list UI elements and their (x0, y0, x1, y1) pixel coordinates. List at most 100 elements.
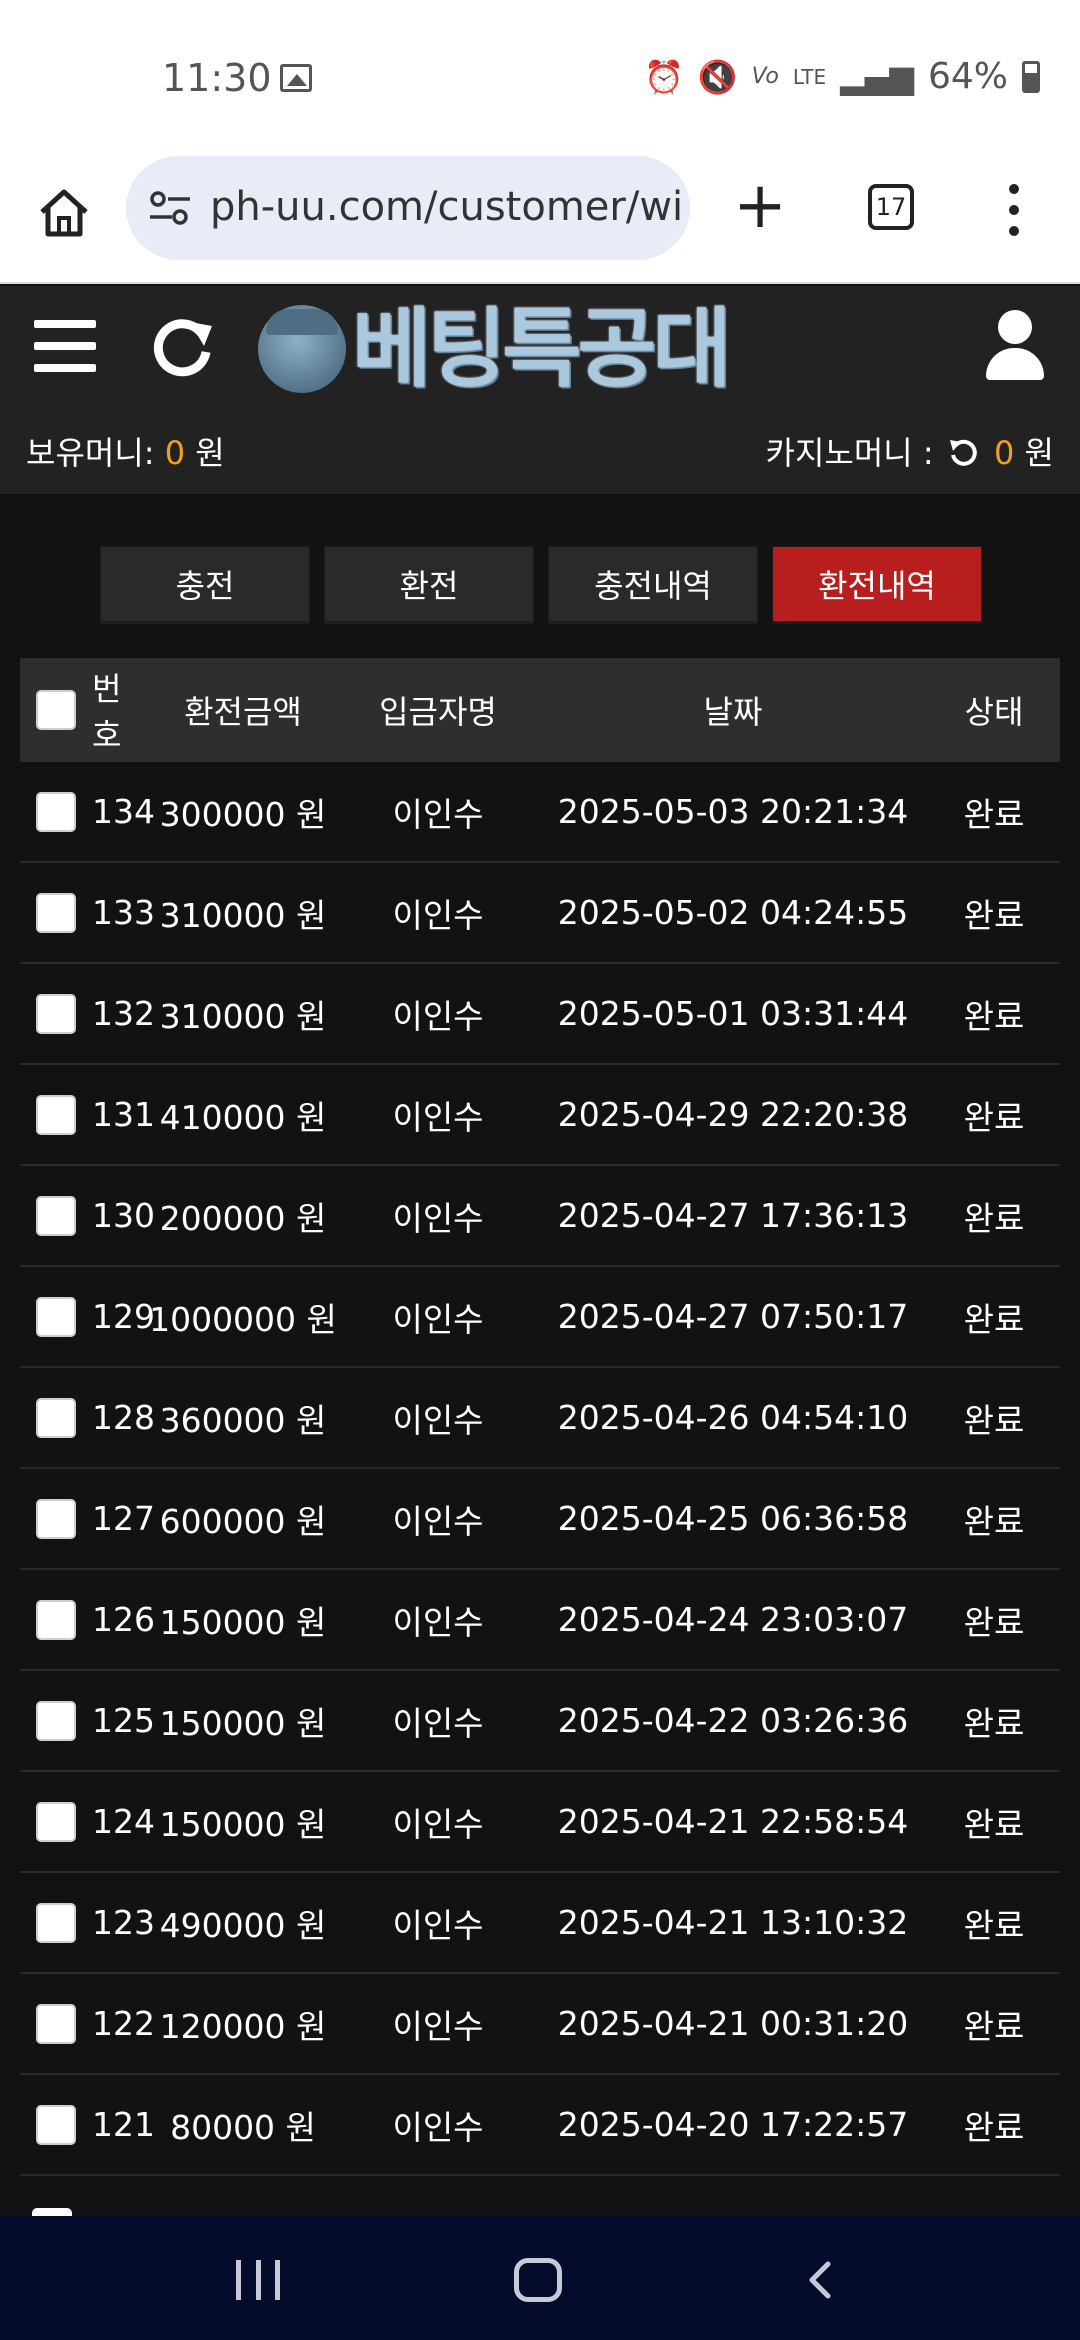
row-checkbox[interactable] (36, 1296, 76, 1337)
cell-name: 이인수 (392, 1501, 484, 1541)
row-checkbox[interactable] (36, 993, 76, 1034)
logo-text: 베팅특공대 (352, 299, 732, 399)
site-settings-icon[interactable] (148, 190, 192, 226)
cell-date: 2025-05-01 03:31:44 (557, 994, 909, 1033)
cell-amount: 310000 원 (159, 895, 327, 935)
header-date: 날짜 (703, 693, 763, 731)
table-row: 123 490000 원 이인수 2025-04-21 13:10:32 완료 (20, 1873, 1060, 1974)
table-row: 124 150000 원 이인수 2025-04-21 22:58:54 완료 (20, 1772, 1060, 1873)
cell-amount: 1000000 원 (149, 1299, 337, 1339)
tab-withdraw[interactable]: 환전 (324, 546, 534, 624)
browser-toolbar: ph-uu.com/customer/wit + 17 (0, 150, 1080, 284)
battery-icon (1022, 60, 1040, 93)
row-checkbox[interactable] (36, 1195, 76, 1236)
cell-name: 이인수 (392, 1400, 484, 1440)
cell-amount: 490000 원 (159, 1905, 327, 1945)
casino-refresh-icon[interactable] (948, 437, 978, 467)
cell-num: 125 (92, 1701, 155, 1740)
row-checkbox[interactable] (36, 2104, 76, 2145)
table-row: 134 300000 원 이인수 2025-05-03 20:21:34 완료 (20, 762, 1060, 863)
back-icon[interactable] (804, 2260, 836, 2300)
header-name: 입금자명 (379, 693, 497, 731)
table-row: 122 120000 원 이인수 2025-04-21 00:31:20 완료 (20, 1974, 1060, 2075)
cell-date: 2025-04-21 22:58:54 (557, 1802, 909, 1841)
row-checkbox[interactable] (36, 1801, 76, 1842)
cell-status: 완료 (963, 1501, 1025, 1541)
cell-status: 완료 (963, 895, 1025, 935)
status-time: 11:30 (162, 56, 272, 100)
tab-deposit[interactable]: 충전 (100, 546, 310, 624)
cell-status: 완료 (963, 1299, 1025, 1339)
new-tab-button[interactable]: + (730, 174, 790, 238)
table-row: 128 360000 원 이인수 2025-04-26 04:54:10 완료 (20, 1368, 1060, 1469)
home-nav-icon[interactable] (514, 2258, 562, 2302)
withdraw-history-table: 번호 환전금액 입금자명 날짜 상태 134 300000 원 이인수 2025-05… (20, 658, 1060, 2176)
row-checkbox[interactable] (36, 1498, 76, 1539)
header-num: 번호 (92, 670, 122, 754)
recents-icon[interactable] (236, 2260, 280, 2300)
address-bar[interactable]: ph-uu.com/customer/wit (126, 156, 690, 260)
cell-name: 이인수 (392, 1804, 484, 1844)
system-nav-bar (0, 2216, 1080, 2340)
table-row: 125 150000 원 이인수 2025-04-22 03:26:36 완료 (20, 1671, 1060, 1772)
row-checkbox[interactable] (36, 791, 76, 832)
cell-num: 131 (92, 1095, 155, 1134)
tab-deposit-history[interactable]: 충전내역 (548, 546, 758, 624)
cell-date: 2025-04-29 22:20:38 (557, 1095, 909, 1134)
cell-date: 2025-04-24 23:03:07 (557, 1600, 909, 1639)
casino-balance-display: 카지노머니 : 0 원 (766, 428, 1054, 474)
cell-num: 130 (92, 1196, 155, 1235)
table-row: 127 600000 원 이인수 2025-04-25 06:36:58 완료 (20, 1469, 1060, 1570)
cell-num: 134 (92, 792, 155, 831)
browser-menu-icon[interactable] (1004, 184, 1024, 236)
row-checkbox-partial[interactable] (32, 2208, 72, 2216)
row-checkbox[interactable] (36, 892, 76, 933)
row-checkbox[interactable] (36, 2003, 76, 2044)
cell-name: 이인수 (392, 2107, 484, 2147)
select-all-checkbox[interactable] (36, 690, 76, 730)
cell-status: 완료 (963, 2107, 1025, 2147)
cell-num: 124 (92, 1802, 155, 1841)
row-checkbox[interactable] (36, 1397, 76, 1438)
row-checkbox[interactable] (36, 1094, 76, 1135)
cell-status: 완료 (963, 2006, 1025, 2046)
cell-amount: 310000 원 (159, 996, 327, 1036)
hamburger-menu-icon[interactable] (34, 320, 96, 372)
mute-icon: 🔇 (697, 57, 738, 96)
table-row: 133 310000 원 이인수 2025-05-02 04:24:55 완료 (20, 863, 1060, 964)
cell-date: 2025-04-26 04:54:10 (557, 1398, 909, 1437)
cell-name: 이인수 (392, 2006, 484, 2046)
cell-amount: 360000 원 (159, 1400, 327, 1440)
cell-name: 이인수 (392, 996, 484, 1036)
home-icon[interactable] (34, 182, 94, 242)
balance-value: 0 (164, 434, 186, 472)
status-bar: 11:30 ⏰ 🔇 Vo LTE ▂▄▆ 64% (0, 0, 1080, 150)
cell-status: 완료 (963, 1097, 1025, 1137)
site-logo[interactable]: 베팅특공대 (258, 304, 820, 394)
cell-amount: 120000 원 (159, 2006, 327, 2046)
tab-switcher-button[interactable]: 17 (868, 184, 914, 230)
refresh-icon[interactable] (150, 314, 216, 380)
row-checkbox[interactable] (36, 1599, 76, 1640)
row-checkbox[interactable] (36, 1700, 76, 1741)
cell-status: 완료 (963, 1602, 1025, 1642)
table-row: 132 310000 원 이인수 2025-05-01 03:31:44 완료 (20, 964, 1060, 1065)
cell-name: 이인수 (392, 1097, 484, 1137)
cell-date: 2025-05-02 04:24:55 (557, 893, 909, 932)
cell-status: 완료 (963, 1400, 1025, 1440)
cell-num: 121 (92, 2105, 155, 2144)
cell-date: 2025-04-22 03:26:36 (557, 1701, 909, 1740)
balance-unit: 원 (195, 434, 225, 472)
cell-name: 이인수 (392, 1905, 484, 1945)
cell-status: 완료 (963, 794, 1025, 834)
table-header: 번호 환전금액 입금자명 날짜 상태 (20, 658, 1060, 762)
row-checkbox[interactable] (36, 1902, 76, 1943)
table-row: 131 410000 원 이인수 2025-04-29 22:20:38 완료 (20, 1065, 1060, 1166)
money-row: 보유머니: 0 원 카지노머니 : 0 원 (26, 428, 1054, 474)
signal-icon: ▂▄▆ (840, 57, 914, 96)
user-icon[interactable] (984, 310, 1046, 380)
cell-num: 123 (92, 1903, 155, 1942)
header-amount: 환전금액 (184, 693, 302, 731)
tab-withdraw-history[interactable]: 환전내역 (772, 546, 982, 624)
cell-date: 2025-04-25 06:36:58 (557, 1499, 909, 1538)
